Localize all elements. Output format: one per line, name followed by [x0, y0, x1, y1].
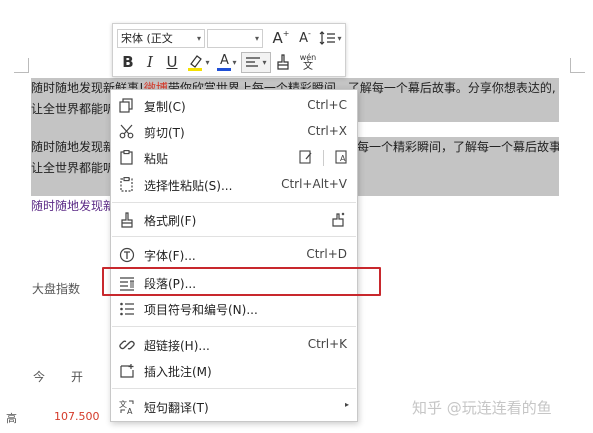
highlight-color-button[interactable]: ▾ [183, 52, 213, 73]
shrink-font-button[interactable]: A- [293, 28, 317, 49]
paragraph-text: 随时随地发现新 [31, 140, 116, 154]
chevron-down-icon: ▾ [232, 57, 237, 67]
format-painter-icon [118, 211, 135, 228]
menu-item-label: 字体(F)... [144, 249, 196, 263]
chevron-down-icon: ▾ [254, 33, 259, 43]
menu-separator [112, 326, 356, 327]
selection-highlight [31, 122, 111, 137]
italic-button[interactable]: I [139, 52, 161, 73]
high-value: 107.500 [54, 410, 100, 423]
chevron-down-icon: ▾ [337, 33, 342, 43]
format-painter-button[interactable] [271, 52, 295, 73]
font-icon [118, 246, 135, 263]
menu-item-shortcut: Ctrl+K [307, 337, 347, 351]
menu-separator [112, 202, 356, 203]
clipboard-icon [118, 149, 135, 166]
font-name-select[interactable]: 宋体 (正文 ▾ [117, 28, 205, 48]
open-label: 今开 [33, 370, 110, 384]
high-label: 高 [6, 412, 17, 425]
grow-font-icon: A [272, 29, 283, 47]
paragraph-text: 每一个精彩瞬间，了解每一个幕后故事。分享你想表达的, [357, 140, 559, 154]
menu-separator [112, 236, 356, 237]
menu-item-shortcut: Ctrl+X [307, 124, 347, 138]
font-name-value: 宋体 (正文 [121, 32, 173, 45]
font-color-button[interactable]: A ▾ [213, 52, 241, 73]
menu-item-font[interactable]: 字体(F)... Ctrl+D [111, 242, 357, 268]
menu-item-copy[interactable]: 复制(C) Ctrl+C [111, 93, 357, 119]
menu-item-shortcut: Ctrl+D [306, 247, 347, 261]
svg-text:A: A [340, 154, 346, 163]
align-left-icon [246, 57, 261, 67]
grow-font-button[interactable]: A + [269, 28, 293, 49]
menu-item-insert-comment[interactable]: 插入批注(M) [111, 358, 357, 384]
align-button[interactable]: ▾ [241, 51, 271, 73]
chevron-down-icon: ▾ [262, 57, 267, 67]
menu-item-label: 插入批注(M) [144, 365, 212, 379]
floating-format-toolbar: 宋体 (正文 ▾ ▾ A + A- ▾ B I U ▾ A ▾ ▾ wén 文 [112, 23, 346, 77]
menu-item-shortcut: Ctrl+C [307, 98, 347, 112]
menu-item-shortcut: Ctrl+Alt+V [281, 177, 347, 191]
page-corner-mark-right [570, 58, 585, 73]
menu-separator [112, 388, 356, 389]
paste-text-only-icon[interactable]: A [334, 149, 349, 167]
copy-icon [118, 97, 135, 114]
chevron-down-icon: ▾ [205, 57, 210, 67]
font-size-select[interactable]: ▾ [207, 28, 263, 48]
menu-item-paste[interactable]: 粘贴 A [111, 145, 357, 171]
format-painter-icon [277, 54, 289, 70]
menu-item-label: 复制(C) [144, 100, 186, 114]
paste-options: A [298, 149, 349, 167]
menu-item-label: 超链接(H)... [144, 339, 210, 353]
menu-item-label: 粘贴 [144, 152, 169, 166]
scissors-icon [118, 123, 135, 140]
link-icon [118, 336, 135, 353]
menu-item-label: 项目符号和编号(N)... [144, 303, 258, 317]
menu-item-hyperlink[interactable]: 超链接(H)... Ctrl+K [111, 332, 357, 358]
toolbar-row-2: B I U ▾ A ▾ ▾ wén 文 [117, 51, 321, 73]
shrink-font-icon: A [299, 30, 308, 46]
menu-item-label: 格式刷(F) [144, 214, 197, 228]
menu-item-label: 选择性粘贴(S)... [144, 179, 233, 193]
menu-item-translate[interactable]: 文A 短句翻译(T) ▸ [111, 394, 357, 420]
chevron-right-icon: ▸ [344, 400, 349, 409]
comment-icon [118, 362, 135, 379]
menu-item-paste-special[interactable]: 选择性粘贴(S)... Ctrl+Alt+V [111, 172, 357, 198]
underline-button[interactable]: U [161, 52, 183, 73]
toolbar-row-1: 宋体 (正文 ▾ ▾ A + A- ▾ [117, 27, 343, 49]
paste-keep-format-icon[interactable] [298, 149, 313, 167]
watermark: 知乎 @玩连连看的鱼 [412, 399, 552, 417]
paste-special-icon [118, 176, 135, 193]
bullet-list-icon [118, 300, 135, 317]
page-corner-mark-left [14, 58, 29, 73]
format-painter-secondary-icon[interactable] [331, 212, 347, 231]
font-color-icon: A [217, 53, 232, 71]
menu-item-label: 短句翻译(T) [144, 401, 209, 415]
menu-item-bullets-numbering[interactable]: 项目符号和编号(N)... [111, 296, 357, 322]
menu-item-cut[interactable]: 剪切(T) Ctrl+X [111, 119, 357, 145]
line-spacing-button[interactable]: ▾ [317, 28, 343, 49]
chevron-down-icon: ▾ [196, 33, 201, 43]
highlighter-icon [188, 55, 203, 71]
paragraph-highlight-box [102, 267, 381, 296]
line-spacing-icon [320, 31, 336, 45]
pinyin-guide-button[interactable]: wén 文 [295, 52, 321, 73]
translate-icon: 文A [118, 398, 135, 415]
bold-button[interactable]: B [117, 52, 139, 73]
menu-item-label: 剪切(T) [144, 126, 185, 140]
index-label: 大盘指数 [32, 282, 81, 296]
svg-text:A: A [127, 407, 133, 415]
menu-item-format-painter[interactable]: 格式刷(F) [111, 207, 357, 233]
context-menu: 复制(C) Ctrl+C 剪切(T) Ctrl+X 粘贴 A 选择性粘贴(S). [110, 89, 358, 422]
svg-text:文: 文 [119, 399, 127, 409]
